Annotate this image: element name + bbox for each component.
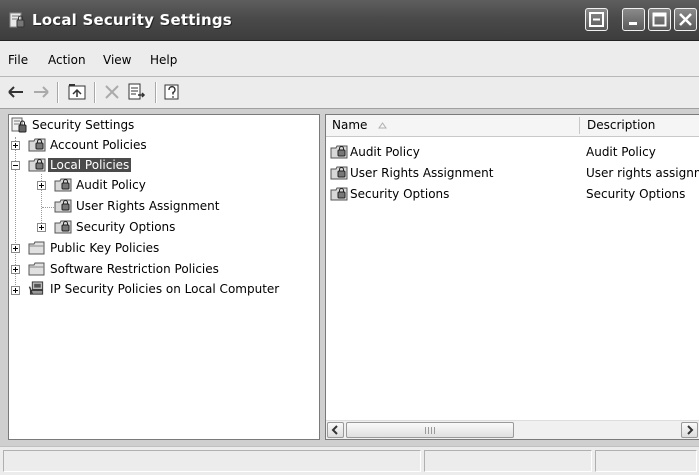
close-button[interactable]: [674, 8, 697, 31]
tree-item-label: Audit Policy: [76, 178, 146, 192]
column-header-name[interactable]: Name: [326, 115, 579, 136]
horizontal-scrollbar[interactable]: [326, 420, 699, 439]
minimize-button[interactable]: [622, 8, 645, 31]
scroll-left-button[interactable]: [327, 422, 344, 438]
policy-folder-icon: [330, 187, 348, 201]
list-item-name: User Rights Assignment: [350, 166, 494, 180]
policy-folder-icon: [330, 166, 348, 180]
folder-icon: [28, 241, 45, 255]
tree-item-label: Security Settings: [32, 118, 135, 132]
column-header-label: Name: [332, 118, 368, 132]
status-bar: [0, 446, 699, 475]
list-item-security-options[interactable]: Security Options Security Options: [326, 184, 699, 205]
security-settings-icon: [9, 12, 25, 28]
menu-bar: File Action View Help: [0, 41, 699, 77]
folder-icon: [28, 262, 45, 276]
menu-action[interactable]: Action: [48, 53, 86, 67]
close-icon: [679, 13, 692, 26]
tree-item-label: Local Policies: [48, 158, 132, 172]
policy-folder-icon: [28, 138, 46, 152]
toolbar: [0, 77, 699, 109]
forward-arrow-icon[interactable]: [31, 82, 51, 102]
toolbar-separator: [57, 82, 59, 103]
menu-file[interactable]: File: [8, 53, 28, 67]
column-header-label: Description: [587, 118, 656, 132]
status-pane: [595, 450, 697, 472]
list-header: Name Description: [326, 115, 699, 137]
policy-folder-icon: [330, 145, 348, 159]
expand-button[interactable]: [11, 244, 20, 253]
policy-folder-icon: [54, 220, 72, 234]
list-item-description: Security Options: [586, 187, 686, 201]
toolbar-separator: [94, 82, 96, 103]
menu-help[interactable]: Help: [150, 53, 177, 67]
scroll-right-button[interactable]: [681, 422, 698, 438]
expand-button[interactable]: [37, 181, 46, 190]
column-divider[interactable]: [579, 117, 580, 134]
policy-folder-icon: [54, 178, 72, 192]
maximize-icon: [652, 12, 667, 27]
delete-icon[interactable]: [102, 82, 122, 102]
maximize-button[interactable]: [648, 8, 671, 31]
tree-item-label: Software Restriction Policies: [50, 262, 219, 276]
help-icon[interactable]: [162, 82, 182, 102]
back-arrow-icon[interactable]: [6, 82, 26, 102]
list-item-name: Security Options: [350, 187, 450, 201]
expand-button[interactable]: [11, 265, 20, 274]
expand-button[interactable]: [37, 223, 46, 232]
details-list[interactable]: Name Description Audit Policy Audit Poli…: [325, 114, 699, 440]
column-header-description[interactable]: Description: [581, 115, 699, 136]
scroll-thumb[interactable]: [346, 422, 514, 438]
collapse-button[interactable]: [11, 161, 20, 170]
title-bar[interactable]: Local Security Settings: [0, 0, 699, 41]
toolbar-separator: [155, 82, 157, 103]
policy-folder-icon: [28, 158, 46, 172]
window-menu-button[interactable]: [585, 8, 608, 31]
ip-security-icon: [28, 281, 44, 295]
security-settings-icon: [11, 117, 27, 133]
chevron-right-icon: [687, 425, 694, 435]
tree-item-label: Security Options: [76, 220, 176, 234]
list-item-name: Audit Policy: [350, 145, 420, 159]
tree-item-label: User Rights Assignment: [76, 199, 220, 213]
window-menu-icon: [589, 12, 604, 27]
list-item-description: User rights assignment: [586, 166, 699, 180]
expand-button[interactable]: [11, 286, 20, 295]
list-item-user-rights-assignment[interactable]: User Rights Assignment User rights assig…: [326, 163, 699, 184]
export-list-icon[interactable]: [127, 82, 147, 102]
tree-item-label: Account Policies: [50, 138, 147, 152]
status-pane: [424, 450, 592, 472]
minimize-icon: [629, 22, 637, 25]
list-item-description: Audit Policy: [586, 145, 656, 159]
status-pane: [3, 450, 421, 472]
tree-item-label: Public Key Policies: [50, 241, 160, 255]
policy-folder-icon: [54, 199, 72, 213]
window-title: Local Security Settings: [32, 11, 232, 29]
console-tree[interactable]: Security Settings Account Policies Local…: [8, 114, 320, 440]
sort-ascending-icon: [378, 122, 387, 129]
scroll-grip: [425, 427, 435, 434]
up-one-level-icon[interactable]: [67, 82, 87, 102]
chevron-left-icon: [331, 425, 338, 435]
window: Local Security Settings File Action View…: [0, 0, 699, 475]
menu-view[interactable]: View: [103, 53, 131, 67]
expand-button[interactable]: [11, 141, 20, 150]
list-item-audit-policy[interactable]: Audit Policy Audit Policy: [326, 142, 699, 163]
tree-item-label: IP Security Policies on Local Computer: [50, 282, 280, 296]
